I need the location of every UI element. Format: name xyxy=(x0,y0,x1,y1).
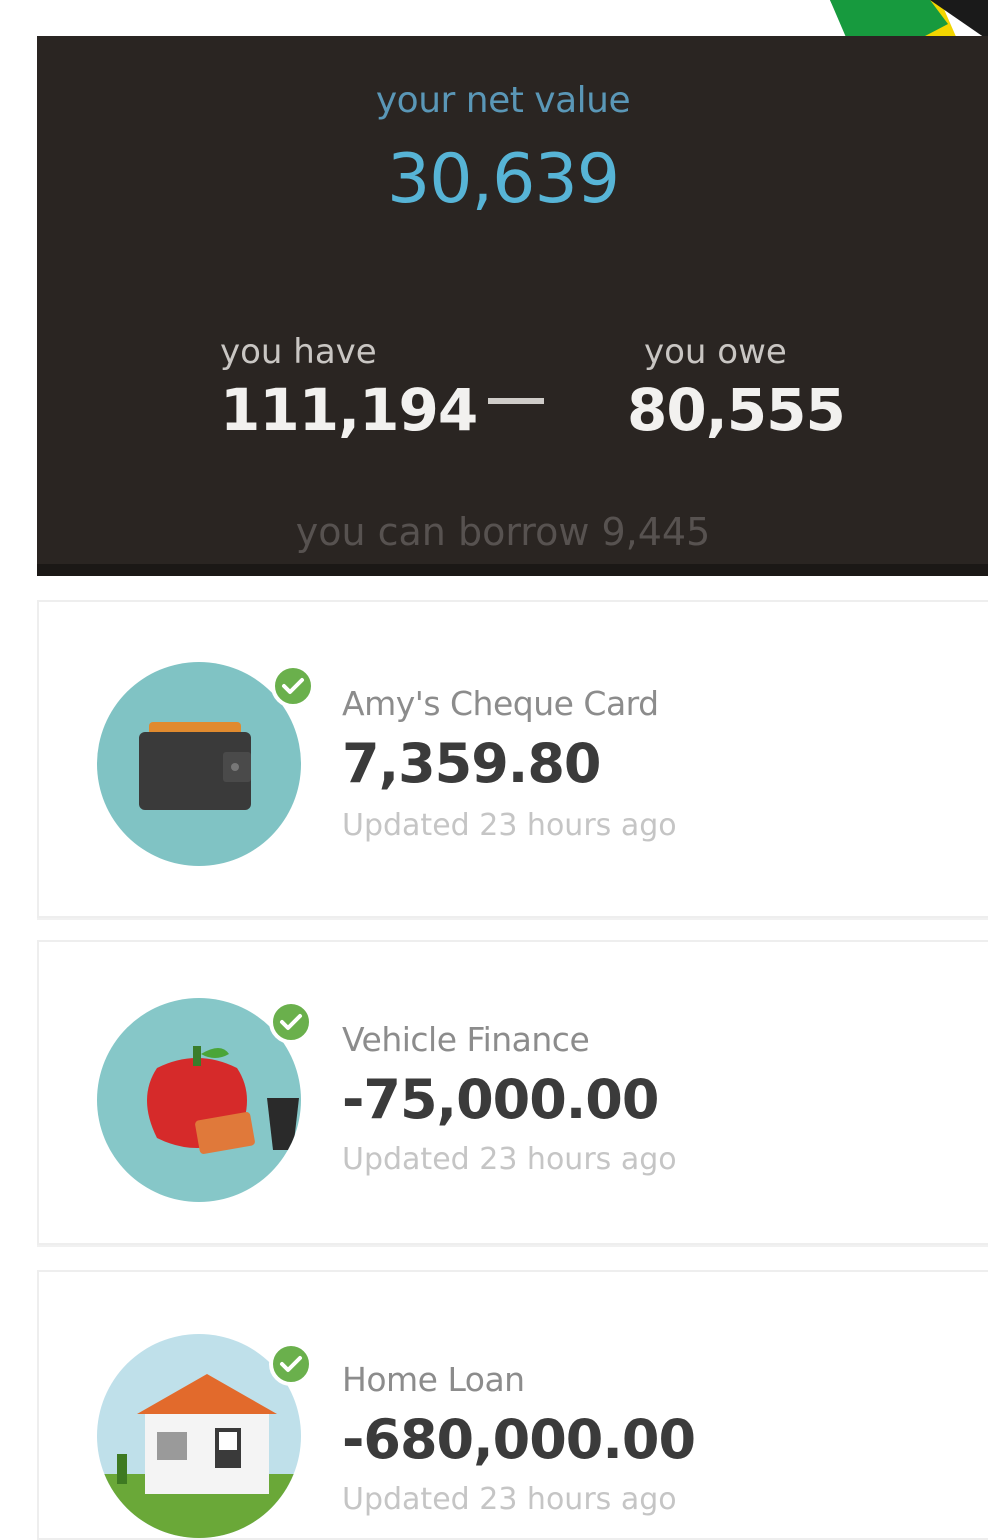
account-balance: -680,000.00 xyxy=(342,1408,696,1471)
you-have-label: you have xyxy=(220,332,377,372)
minus-sign xyxy=(488,398,544,404)
net-value-amount: 30,639 xyxy=(387,140,620,219)
verified-check-icon xyxy=(271,664,315,708)
account-card-home-loan[interactable]: Home Loan -680,000.00 Updated 23 hours a… xyxy=(37,1270,988,1540)
you-owe-label: you owe xyxy=(644,332,787,372)
net-value-summary: your net value 30,639 you have 111,194 y… xyxy=(37,36,988,576)
account-updated-time: Updated 23 hours ago xyxy=(342,1482,677,1517)
account-balance: -75,000.00 xyxy=(342,1068,659,1131)
net-value-label: your net value xyxy=(375,80,631,121)
account-name: Amy's Cheque Card xyxy=(342,684,659,723)
you-have-amount: 111,194 xyxy=(220,376,478,444)
account-updated-time: Updated 23 hours ago xyxy=(342,808,677,843)
account-balance: 7,359.80 xyxy=(342,732,601,795)
you-owe-amount: 80,555 xyxy=(627,376,846,444)
account-updated-time: Updated 23 hours ago xyxy=(342,1142,677,1177)
account-card-vehicle-finance[interactable]: Vehicle Finance -75,000.00 Updated 23 ho… xyxy=(37,940,988,1245)
account-card-cheque[interactable]: Amy's Cheque Card 7,359.80 Updated 23 ho… xyxy=(37,600,988,918)
wallet-icon xyxy=(97,662,301,866)
borrow-amount-text: you can borrow 9,445 xyxy=(295,510,711,554)
account-name: Home Loan xyxy=(342,1360,525,1399)
verified-check-icon xyxy=(269,1000,313,1044)
verified-check-icon xyxy=(269,1342,313,1386)
account-name: Vehicle Finance xyxy=(342,1020,590,1059)
